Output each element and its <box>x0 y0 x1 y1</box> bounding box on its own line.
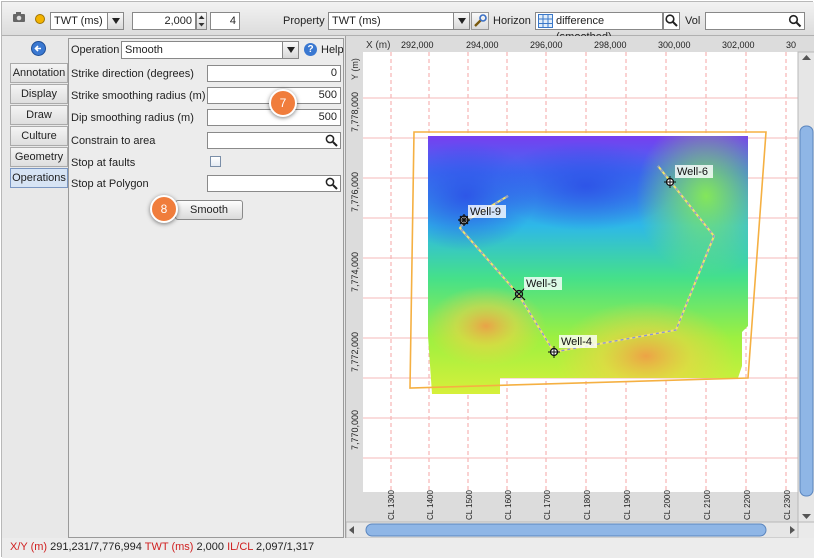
chevron-down-icon[interactable] <box>107 13 123 29</box>
app-window: TWT (ms) 2,000 4 Property TWT (ms) Horiz… <box>1 1 814 558</box>
step-input[interactable]: 4 <box>210 12 240 30</box>
chevron-down-icon[interactable] <box>453 13 469 29</box>
status-bar: X/Y (m) 291,231/7,776,994 TWT (ms) 2,000… <box>2 538 814 558</box>
cl-tick: CL 1400 <box>426 490 435 521</box>
cl-tick: CL 1500 <box>465 490 474 521</box>
stop-polygon-label: Stop at Polygon <box>71 178 149 190</box>
property-label: Property <box>283 15 325 27</box>
search-icon[interactable] <box>663 12 680 30</box>
status-xy-label: X/Y (m) <box>10 541 48 553</box>
panel-tabs: Annotation Display Draw Culture Geometry… <box>10 63 68 189</box>
operations-panel: Operation Smooth ? Help Strike direction… <box>68 38 344 538</box>
well-label: Well-4 <box>561 336 592 348</box>
tool-wrench-icon[interactable] <box>471 12 489 30</box>
horizontal-scroll-thumb[interactable] <box>365 523 767 537</box>
search-icon[interactable] <box>325 134 338 147</box>
status-twt-label: TWT (ms) <box>144 541 194 553</box>
x-tick: 294,000 <box>466 40 499 50</box>
search-icon[interactable] <box>788 14 802 28</box>
x-axis-label: X (m) <box>366 40 390 51</box>
cl-tick: CL 1700 <box>543 490 552 521</box>
x-tick: 296,000 <box>530 40 563 50</box>
horizon-surface <box>428 136 748 394</box>
status-dot-icon <box>35 14 45 24</box>
constrain-area-label: Constrain to area <box>71 135 156 147</box>
tab-operations[interactable]: Operations <box>10 168 68 188</box>
well-label: Well-5 <box>526 278 557 290</box>
vol-input[interactable] <box>705 12 805 30</box>
camera-icon[interactable] <box>12 11 26 23</box>
cl-tick: CL 2000 <box>663 490 672 521</box>
callout-badge: 7 <box>269 89 297 117</box>
smooth-button[interactable]: Smooth <box>175 200 243 220</box>
horizon-label: Horizon <box>493 15 531 27</box>
y-tick: 7,776,000 <box>350 172 360 212</box>
operation-select[interactable]: Smooth <box>121 41 299 59</box>
cl-tick: CL 2200 <box>743 490 752 521</box>
horizon-select[interactable]: difference (smoothed) <box>535 12 663 43</box>
depth-input[interactable]: 2,000 <box>132 12 196 30</box>
status-ilcl-value: 2,097/1,317 <box>256 541 315 553</box>
tab-geometry[interactable]: Geometry <box>10 147 68 167</box>
cl-tick: CL 1300 <box>387 490 396 521</box>
dip-radius-label: Dip smoothing radius (m) <box>71 112 194 124</box>
status-xy-value: 291,231/7,776,994 <box>50 541 142 553</box>
cl-tick: CL 1800 <box>583 490 592 521</box>
tab-display[interactable]: Display <box>10 84 68 104</box>
x-tick: 300,000 <box>658 40 691 50</box>
cl-tick: CL 2100 <box>703 490 712 521</box>
domain-select[interactable]: TWT (ms) <box>50 12 124 30</box>
operation-select-value: Smooth <box>125 44 163 56</box>
x-tick: 298,000 <box>594 40 627 50</box>
cl-tick: CL 1600 <box>504 490 513 521</box>
well-label: Well-6 <box>677 166 708 178</box>
well-label: Well-9 <box>470 206 501 218</box>
y-tick: 7,774,000 <box>350 252 360 292</box>
y-tick: 7,778,000 <box>350 92 360 132</box>
domain-select-value: TWT (ms) <box>54 15 103 27</box>
x-tick: 30 <box>786 40 796 50</box>
strike-radius-label: Strike smoothing radius (m) <box>71 90 206 102</box>
property-select-value: TWT (ms) <box>332 15 381 27</box>
property-select[interactable]: TWT (ms) <box>328 12 470 30</box>
map-canvas[interactable]: Well-9 Well-5 Well-4 Well-6 X (m) 292,00… <box>345 36 814 540</box>
stop-faults-label: Stop at faults <box>71 157 136 169</box>
cl-tick: CL 2300 <box>783 490 792 521</box>
y-tick: 7,772,000 <box>350 332 360 372</box>
back-button[interactable] <box>31 41 46 56</box>
chevron-down-icon[interactable] <box>282 42 298 58</box>
y-axis-label: Y (m) <box>350 58 360 80</box>
arrow-left-icon <box>34 45 41 52</box>
x-tick: 302,000 <box>722 40 755 50</box>
vol-label: Vol <box>685 15 701 27</box>
x-tick: 292,000 <box>401 40 434 50</box>
stop-polygon-input[interactable] <box>207 175 341 192</box>
search-icon[interactable] <box>325 177 338 190</box>
strike-direction-input[interactable]: 0 <box>207 65 341 82</box>
grid-icon <box>538 14 553 28</box>
operation-label: Operation <box>71 44 120 56</box>
status-ilcl-label: IL/CL <box>227 541 253 553</box>
tab-draw[interactable]: Draw <box>10 105 68 125</box>
toolbar: TWT (ms) 2,000 4 Property TWT (ms) Horiz… <box>2 2 814 43</box>
y-tick: 7,770,000 <box>350 410 360 450</box>
tab-culture[interactable]: Culture <box>10 126 68 146</box>
constrain-area-input[interactable] <box>207 132 341 149</box>
help-icon[interactable]: ? <box>304 43 317 56</box>
help-label[interactable]: Help <box>321 44 344 56</box>
stop-faults-checkbox[interactable] <box>210 156 221 167</box>
callout-badge: 8 <box>150 195 178 223</box>
vertical-scroll-thumb[interactable] <box>799 125 814 497</box>
tab-annotation[interactable]: Annotation <box>10 63 68 83</box>
strike-direction-label: Strike direction (degrees) <box>71 68 194 80</box>
map-view[interactable]: Well-9 Well-5 Well-4 Well-6 X (m) 292,00… <box>345 36 814 540</box>
status-twt-value: 2,000 <box>196 541 225 553</box>
depth-stepper[interactable] <box>196 12 207 30</box>
cl-tick: CL 1900 <box>623 490 632 521</box>
